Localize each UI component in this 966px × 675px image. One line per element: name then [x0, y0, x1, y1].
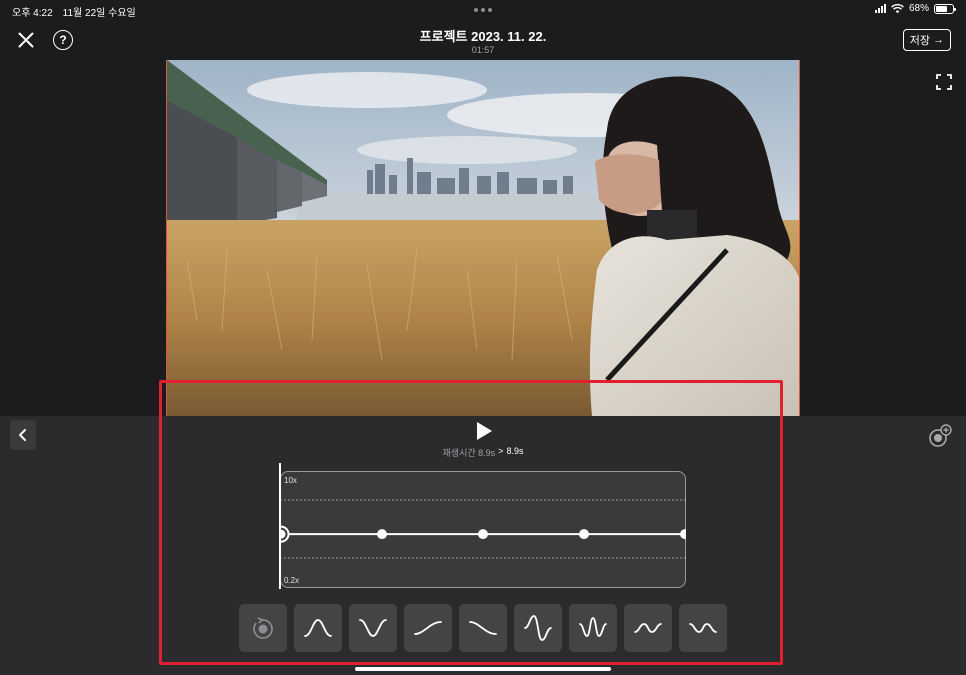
battery-icon [934, 3, 956, 14]
save-button[interactable]: 저장 → [902, 29, 951, 51]
preset-wave-up-down-button[interactable] [679, 604, 727, 652]
video-frame[interactable] [166, 60, 800, 416]
arrow-right-icon: → [933, 34, 944, 46]
ramp-up-icon [414, 621, 442, 635]
speed-curve-svg[interactable] [280, 471, 686, 588]
multitasking-dots-icon[interactable] [474, 8, 492, 12]
battery-fill [936, 5, 947, 12]
status-right: 68% [874, 3, 956, 14]
save-label: 저장 [909, 35, 930, 47]
speed-point-1[interactable] [377, 529, 387, 540]
preset-bump-down-button[interactable] [349, 604, 397, 652]
preset-pulse-down-up-button[interactable] [569, 604, 617, 652]
wifi-icon [891, 3, 904, 13]
bump-down-icon [359, 619, 387, 637]
playhead[interactable] [279, 463, 281, 589]
pulse-up-down-icon [524, 615, 552, 641]
preset-ramp-down-button[interactable] [459, 604, 507, 652]
speed-curve-graph[interactable]: 10x 0.2x [279, 463, 686, 589]
project-title: 프로젝트 2023. 11. 22. [419, 29, 547, 44]
wave-down-up-icon [634, 623, 662, 633]
video-preview-area [0, 60, 966, 416]
wave-up-down-icon [689, 623, 717, 633]
playback-result: 8.9s [506, 446, 524, 456]
status-left: 오후 4:22 11월 22일 수요일 [12, 4, 136, 19]
speed-point-2[interactable] [478, 529, 488, 540]
signal-icon [874, 4, 886, 13]
top-bar: ? 프로젝트 2023. 11. 22. 01:57 저장 → [0, 20, 966, 60]
preset-pulse-up-down-button[interactable] [514, 604, 562, 652]
project-duration: 01:57 [471, 45, 495, 55]
speed-presets [239, 604, 727, 652]
speed-editor-panel: 재생시간 8.9s > 8.9s 10x 0.2x [0, 416, 966, 675]
fullscreen-icon[interactable] [936, 74, 952, 90]
bump-up-icon [304, 619, 332, 637]
playback-arrow: > [498, 446, 504, 456]
video-frame-image [167, 60, 799, 416]
ramp-down-icon [469, 621, 497, 635]
preset-bump-up-button[interactable] [294, 604, 342, 652]
preset-reset-button[interactable] [239, 604, 287, 652]
playback-time: 재생시간 8.9s > 8.9s [0, 446, 966, 459]
chevron-left-icon [19, 429, 26, 441]
status-time: 오후 4:22 [12, 8, 53, 19]
preset-ramp-up-button[interactable] [404, 604, 452, 652]
home-indicator[interactable] [355, 667, 611, 671]
speed-point-4[interactable] [680, 529, 686, 540]
status-date: 11월 22일 수요일 [62, 8, 136, 19]
playback-label: 재생시간 8.9s [442, 448, 496, 458]
preset-wave-down-up-button[interactable] [624, 604, 672, 652]
battery-percent: 68% [908, 3, 929, 14]
speed-point-3[interactable] [579, 529, 589, 540]
status-bar: 오후 4:22 11월 22일 수요일 68% [0, 0, 966, 20]
play-icon[interactable] [474, 420, 494, 442]
reset-icon [253, 617, 273, 639]
effects-icon[interactable] [928, 424, 952, 448]
pulse-down-up-icon [579, 617, 607, 637]
